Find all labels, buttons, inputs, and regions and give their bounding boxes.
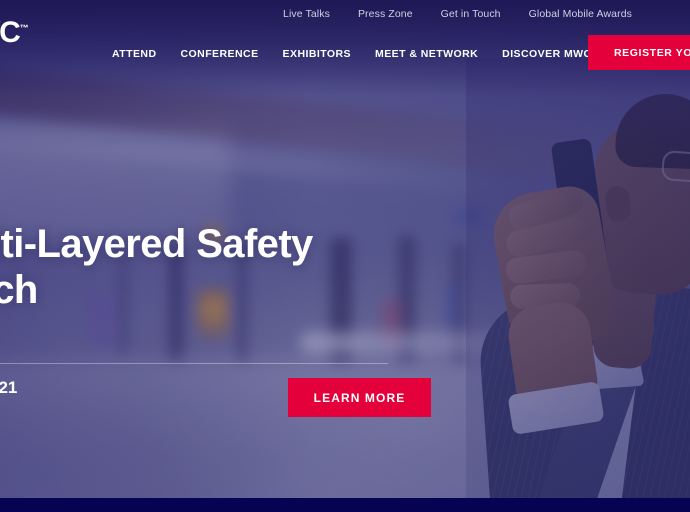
- hero-event-location: Spain: [0, 403, 198, 417]
- utility-navigation: Live Talks Press Zone Get in Touch Globa…: [283, 8, 632, 20]
- utility-link-global-mobile-awards[interactable]: Global Mobile Awards: [529, 8, 632, 20]
- nav-item-meet-and-network[interactable]: MEET & NETWORK: [375, 48, 478, 60]
- hero-divider: [0, 363, 388, 364]
- hero-event-details: - 01 July 2021 Spain: [0, 378, 198, 417]
- utility-link-get-in-touch[interactable]: Get in Touch: [441, 8, 501, 20]
- utility-link-live-talks[interactable]: Live Talks: [283, 8, 330, 20]
- utility-link-press-zone[interactable]: Press Zone: [358, 8, 413, 20]
- hero-eyebrow: ommunity: [0, 196, 488, 208]
- hero-meta-row: - 01 July 2021 Spain LEARN MORE: [0, 378, 488, 417]
- logo-subtext: na: [0, 49, 64, 60]
- hero-content: ommunity r Multi-Layered Safety proach -…: [0, 196, 488, 417]
- mwc-logo[interactable]: WC™ na: [0, 18, 64, 62]
- logo-wordmark: WC™: [0, 18, 64, 48]
- learn-more-button[interactable]: LEARN MORE: [288, 378, 431, 417]
- bottom-navy-strip: [0, 498, 690, 512]
- hero-title-line-2: proach: [0, 267, 38, 312]
- nav-item-attend[interactable]: ATTEND: [112, 48, 157, 60]
- trademark-icon: ™: [19, 23, 29, 33]
- main-navigation: ATTEND CONFERENCE EXHIBITORS MEET & NETW…: [112, 45, 636, 63]
- register-your-interest-button[interactable]: REGISTER YOUR: [588, 35, 690, 70]
- nav-item-discover-mwc[interactable]: DISCOVER MWC: [502, 48, 591, 60]
- nav-item-exhibitors[interactable]: EXHIBITORS: [283, 48, 351, 60]
- logo-mark-text: WC: [0, 16, 21, 49]
- site-header: WC™ na Live Talks Press Zone Get in Touc…: [0, 0, 690, 76]
- hero-event-date: - 01 July 2021: [0, 378, 18, 397]
- mwc-hero-page: WC™ na Live Talks Press Zone Get in Touc…: [0, 0, 690, 512]
- hero-title-line-1: r Multi-Layered Safety: [0, 222, 313, 266]
- hero-title: r Multi-Layered Safety proach: [0, 222, 488, 313]
- nav-item-conference[interactable]: CONFERENCE: [181, 48, 259, 60]
